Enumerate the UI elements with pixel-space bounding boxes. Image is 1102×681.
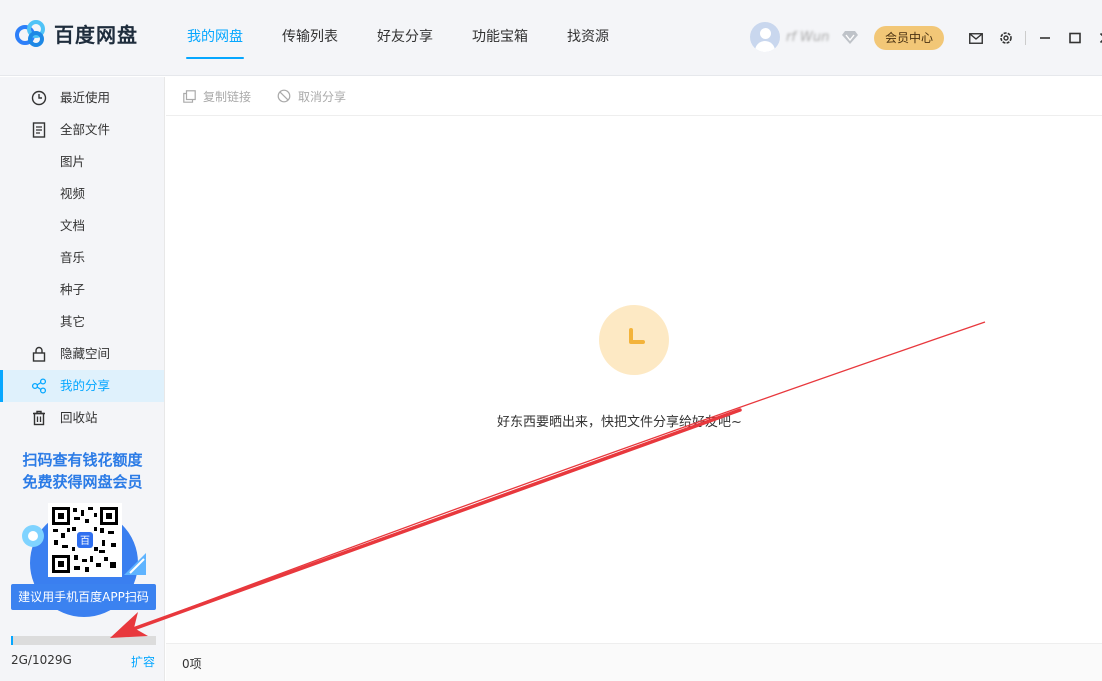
storage-quota-bar	[11, 636, 156, 645]
copy-link-button[interactable]: 复制链接	[183, 88, 251, 105]
sidebar-item-label: 种子	[60, 282, 85, 297]
sidebar-item-label: 图片	[60, 154, 85, 169]
qr-code-image: 百	[52, 507, 118, 573]
close-icon[interactable]	[1094, 28, 1102, 48]
tab-friend-share[interactable]: 好友分享	[360, 0, 450, 76]
storage-quota-fill	[11, 636, 13, 645]
username[interactable]: rf Wun	[786, 30, 836, 45]
promo-banner[interactable]: 扫码查有钱花额度 免费获得网盘会员	[0, 449, 165, 617]
sidebar: 最近使用 全部文件 图片 视频 文档 音乐 种子 其它 隐藏空间 我的分享 回收…	[0, 77, 165, 681]
avatar[interactable]	[750, 22, 780, 52]
expand-storage-link[interactable]: 扩容	[131, 653, 155, 670]
window-controls	[965, 28, 1102, 48]
trash-icon	[31, 410, 47, 426]
minimize-icon[interactable]	[1034, 28, 1056, 48]
annotation-arrow-thick	[125, 410, 740, 632]
sidebar-item-label: 隐藏空间	[60, 346, 110, 361]
tab-transfer-list[interactable]: 传输列表	[265, 0, 355, 76]
cancel-share-label: 取消分享	[298, 88, 346, 105]
promo-scan-button[interactable]: 建议用手机百度APP扫码	[11, 584, 156, 610]
sidebar-item-label: 视频	[60, 186, 85, 201]
promo-line1: 扫码查有钱花额度	[0, 449, 165, 471]
qr-code: 百	[48, 503, 122, 577]
promo-right-decor-icon	[120, 549, 150, 579]
sidebar-item-music[interactable]: 音乐	[0, 242, 164, 274]
storage-quota-text: 2G/1029G	[11, 653, 72, 667]
clock-icon	[31, 90, 47, 106]
title-bar: 百度网盘 我的网盘 传输列表 好友分享 功能宝箱 找资源 rf Wun 会员中心	[0, 0, 1102, 76]
user-box[interactable]: rf Wun	[750, 22, 858, 52]
cancel-share-button[interactable]: 取消分享	[277, 88, 346, 105]
sidebar-item-label: 全部文件	[60, 122, 110, 137]
tab-find-resources[interactable]: 找资源	[550, 0, 626, 76]
divider	[1025, 31, 1026, 45]
copy-link-label: 复制链接	[203, 88, 251, 105]
sidebar-item-hidden-space[interactable]: 隐藏空间	[0, 338, 164, 370]
sidebar-item-label: 最近使用	[60, 90, 110, 105]
main-nav: 我的网盘 传输列表 好友分享 功能宝箱 找资源	[170, 0, 631, 76]
sidebar-item-my-shares[interactable]: 我的分享	[0, 370, 164, 402]
sidebar-item-label: 音乐	[60, 250, 85, 265]
item-count: 0项	[182, 655, 202, 672]
sidebar-item-videos[interactable]: 视频	[0, 178, 164, 210]
app-name: 百度网盘	[54, 19, 138, 48]
tab-toolbox[interactable]: 功能宝箱	[455, 0, 545, 76]
maximize-icon[interactable]	[1064, 28, 1086, 48]
clock-hands-icon	[599, 305, 669, 375]
app-logo: 百度网盘	[14, 19, 138, 48]
promo-left-decor-icon	[20, 523, 46, 549]
tab-my-netdisk[interactable]: 我的网盘	[170, 0, 260, 76]
diamond-icon	[842, 30, 858, 44]
share-icon	[31, 378, 47, 394]
mail-icon[interactable]	[965, 28, 987, 48]
baidu-netdisk-logo-icon	[14, 20, 48, 48]
sidebar-item-label: 其它	[60, 314, 85, 329]
sidebar-item-label: 文档	[60, 218, 85, 233]
sidebar-item-torrents[interactable]: 种子	[0, 274, 164, 306]
sidebar-item-label: 回收站	[60, 410, 98, 425]
lock-icon	[31, 346, 47, 362]
sidebar-item-recent[interactable]: 最近使用	[0, 82, 164, 114]
promo-line2: 免费获得网盘会员	[0, 471, 165, 493]
toolbar: 复制链接 取消分享	[166, 77, 1102, 116]
copy-icon	[183, 90, 196, 103]
empty-state-clock-icon	[599, 305, 669, 375]
settings-icon[interactable]	[995, 28, 1017, 48]
sidebar-item-label: 我的分享	[60, 378, 110, 393]
vip-center-button[interactable]: 会员中心	[874, 26, 944, 50]
cancel-icon	[277, 89, 291, 103]
sidebar-item-others[interactable]: 其它	[0, 306, 164, 338]
sidebar-item-documents[interactable]: 文档	[0, 210, 164, 242]
sidebar-item-all-files[interactable]: 全部文件	[0, 114, 164, 146]
sidebar-item-images[interactable]: 图片	[0, 146, 164, 178]
empty-state-message: 好东西要晒出来，快把文件分享给好友吧~	[497, 411, 742, 430]
sidebar-item-recycle-bin[interactable]: 回收站	[0, 402, 164, 434]
annotation-arrow-line	[125, 322, 985, 632]
status-bar: 0项	[166, 643, 1102, 681]
svg-text:百: 百	[80, 535, 90, 547]
document-icon	[31, 122, 47, 138]
